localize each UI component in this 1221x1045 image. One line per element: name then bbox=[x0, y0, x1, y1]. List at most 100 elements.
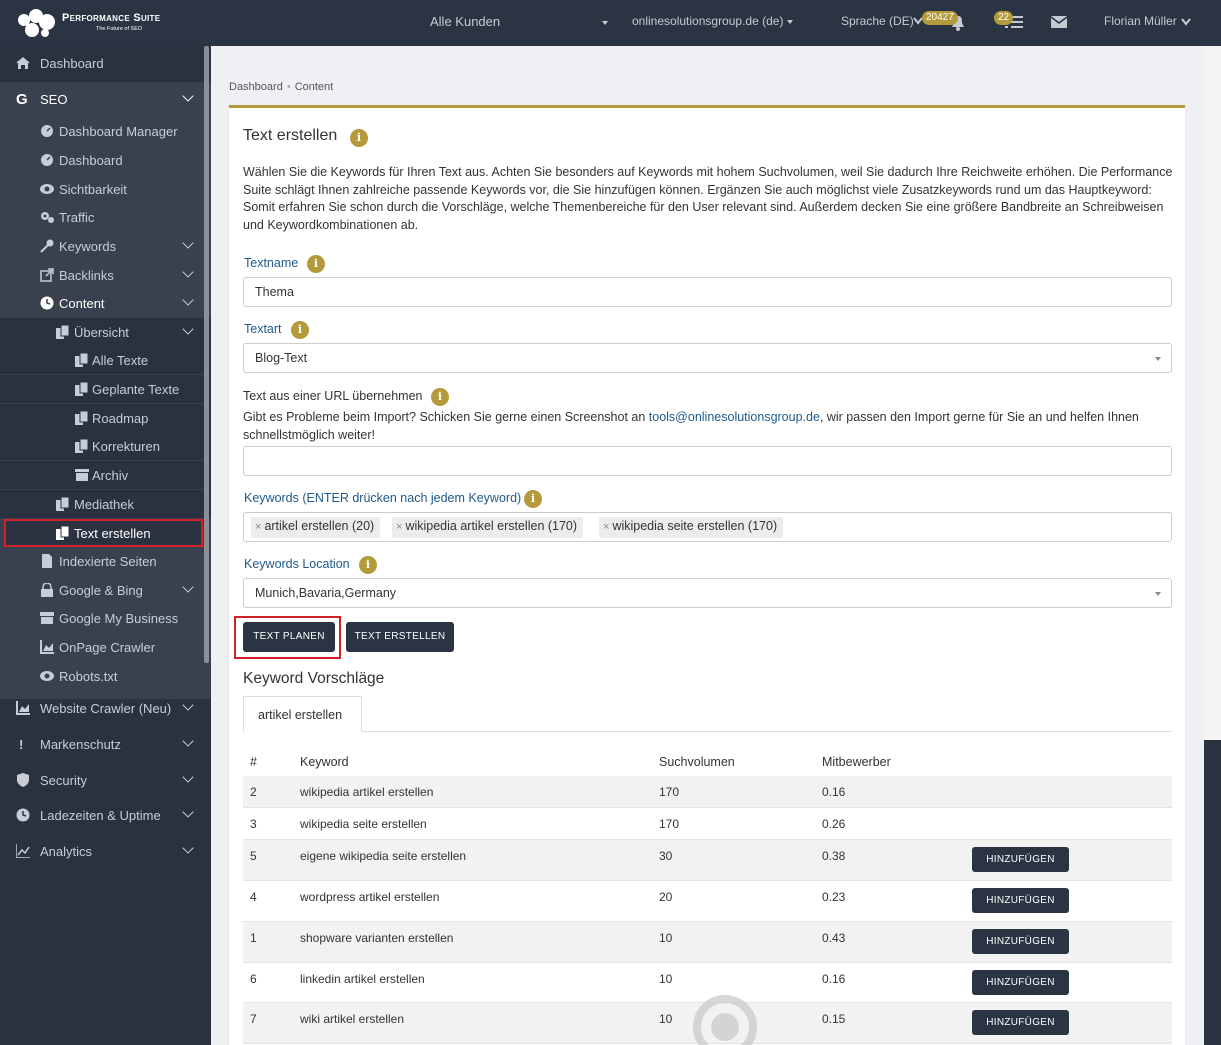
shield-icon bbox=[17, 773, 29, 787]
page-scrollbar-thumb[interactable] bbox=[1204, 740, 1221, 1045]
customer-select[interactable]: Alle Kunden bbox=[430, 14, 500, 29]
sidebar-label: Robots.txt bbox=[59, 668, 118, 684]
cell-competition: 0.26 bbox=[822, 817, 846, 831]
info-icon[interactable]: i bbox=[291, 321, 309, 339]
breadcrumb-current: Content bbox=[294, 81, 334, 93]
textname-input[interactable]: Thema bbox=[243, 277, 1172, 307]
sidebar-label: Security bbox=[40, 772, 87, 788]
cell-keyword: linkedin artikel erstellen bbox=[300, 972, 425, 986]
files-icon bbox=[56, 497, 70, 511]
user-menu[interactable]: Florian Müller bbox=[1104, 14, 1177, 28]
customer-caret-icon bbox=[602, 21, 608, 25]
keywords-input[interactable]: × artikel erstellen (20) × wikipedia artik… bbox=[243, 512, 1172, 542]
url-input[interactable] bbox=[243, 446, 1172, 476]
sidebar-label: Alle Texte bbox=[92, 352, 149, 368]
table-row: 4 wordpress artikel erstellen 20 0.23 HINZUF… bbox=[243, 881, 1172, 922]
sidebar-label: Backlinks bbox=[59, 267, 114, 283]
chevron-down-icon bbox=[182, 266, 194, 278]
info-icon[interactable]: i bbox=[431, 388, 449, 406]
sidebar-item-seo[interactable]: G SEO bbox=[0, 85, 211, 113]
sidebar-item-website-crawler[interactable]: Website Crawler (Neu) bbox=[0, 694, 211, 722]
envelope-icon[interactable] bbox=[1051, 16, 1067, 28]
domain-caret-icon bbox=[787, 19, 794, 24]
cell-competition: 0.38 bbox=[822, 849, 846, 863]
sidebar-item-geplante-texte[interactable]: Geplante Texte bbox=[0, 375, 211, 403]
sidebar-item-uebersicht[interactable]: Übersicht bbox=[0, 318, 211, 346]
sidebar-item-traffic[interactable]: Traffic bbox=[0, 203, 211, 231]
support-email-link[interactable]: tools@onlinesolutionsgroup.de bbox=[649, 410, 820, 424]
chevron-down-icon bbox=[182, 771, 194, 783]
sidebar-item-dashboard[interactable]: Dashboard bbox=[0, 49, 211, 77]
column-header-volume: Suchvolumen bbox=[659, 755, 735, 769]
sidebar-scrollbar[interactable] bbox=[204, 46, 209, 663]
lock-icon bbox=[41, 583, 53, 597]
page-scrollbar[interactable] bbox=[1204, 46, 1221, 1045]
sidebar-item-dashboard-manager[interactable]: Dashboard Manager bbox=[0, 117, 211, 145]
tab-artikel-erstellen[interactable]: artikel erstellen bbox=[243, 696, 362, 732]
customer-select-label: Alle Kunden bbox=[430, 14, 501, 29]
sidebar-item-mediathek[interactable]: Mediathek bbox=[0, 490, 211, 518]
sidebar-item-indexierte-seiten[interactable]: Indexierte Seiten bbox=[0, 547, 211, 575]
domain-select[interactable]: onlinesolutionsgroup.de (de) bbox=[632, 14, 794, 28]
sidebar-item-ladezeiten[interactable]: Ladezeiten & Uptime bbox=[0, 801, 211, 829]
caret-down-icon bbox=[1155, 592, 1161, 596]
sidebar-item-markenschutz[interactable]: ! Markenschutz bbox=[0, 730, 211, 758]
add-keyword-button[interactable]: HINZUFÜGEN bbox=[972, 929, 1069, 954]
sidebar-item-content[interactable]: Content bbox=[0, 289, 211, 317]
sidebar-item-alle-texte[interactable]: Alle Texte bbox=[0, 346, 211, 374]
sidebar-item-robots[interactable]: Robots.txt bbox=[0, 662, 211, 690]
cell-number: 1 bbox=[250, 931, 257, 945]
files-icon bbox=[75, 411, 89, 425]
info-icon[interactable]: i bbox=[524, 490, 542, 508]
textname-value: Thema bbox=[255, 285, 294, 299]
cell-keyword: wiki artikel erstellen bbox=[300, 1012, 405, 1026]
table-row: 5 eigene wikipedia seite erstellen 30 0.38 H… bbox=[243, 840, 1172, 881]
sidebar-item-keywords[interactable]: Keywords bbox=[0, 232, 211, 260]
sidebar-item-sichtbarkeit[interactable]: Sichtbarkeit bbox=[0, 175, 211, 203]
tab-divider bbox=[243, 731, 1172, 732]
file-icon bbox=[42, 554, 52, 568]
textname-label: Textname bbox=[244, 256, 299, 270]
sidebar-item-analytics[interactable]: Analytics bbox=[0, 837, 211, 865]
location-select[interactable]: Munich,Bavaria,Germany bbox=[243, 578, 1172, 608]
info-icon[interactable]: i bbox=[359, 556, 377, 574]
sidebar-label: Dashboard bbox=[59, 152, 123, 168]
sidebar-item-security[interactable]: Security bbox=[0, 766, 211, 794]
textart-value: Blog-Text bbox=[255, 351, 308, 365]
sidebar-item-google-bing[interactable]: Google & Bing bbox=[0, 576, 211, 604]
sidebar-item-google-my-business[interactable]: Google My Business bbox=[0, 604, 211, 632]
text-erstellen-button[interactable]: TEXT ERSTELLEN bbox=[346, 622, 454, 652]
info-icon[interactable]: i bbox=[350, 129, 368, 147]
sidebar-item-seo-dashboard[interactable]: Dashboard bbox=[0, 146, 211, 174]
remove-tag-icon[interactable]: × bbox=[603, 521, 609, 533]
sidebar-label: Archiv bbox=[92, 467, 129, 483]
column-header-competition: Mitbewerber bbox=[822, 755, 891, 769]
remove-tag-icon[interactable]: × bbox=[255, 521, 261, 533]
text-planen-button[interactable]: TEXT PLANEN bbox=[243, 622, 335, 652]
sidebar-label: Traffic bbox=[59, 209, 95, 225]
sidebar-item-text-erstellen[interactable]: Text erstellen bbox=[4, 519, 203, 547]
cell-volume: 20 bbox=[659, 890, 673, 904]
cogs-icon bbox=[41, 212, 54, 223]
area-chart-icon bbox=[40, 640, 54, 654]
sidebar-item-korrekturen[interactable]: Korrekturen bbox=[0, 432, 211, 460]
sidebar-item-archiv[interactable]: Archiv bbox=[0, 461, 211, 489]
main-content: Dashboard • Content Text erstellen i Wähle… bbox=[211, 46, 1204, 1045]
sidebar-label: Analytics bbox=[40, 843, 93, 859]
textart-select[interactable]: Blog-Text bbox=[243, 343, 1172, 373]
info-icon[interactable]: i bbox=[307, 255, 325, 273]
location-value: Munich,Bavaria,Germany bbox=[255, 586, 397, 600]
add-keyword-button[interactable]: HINZUFÜGEN bbox=[972, 970, 1069, 995]
add-keyword-button[interactable]: HINZUFÜGEN bbox=[972, 1010, 1069, 1035]
sidebar-label: Roadmap bbox=[92, 410, 149, 426]
add-keyword-button[interactable]: HINZUFÜGEN bbox=[972, 888, 1069, 913]
remove-tag-icon[interactable]: × bbox=[396, 521, 402, 533]
sidebar-item-backlinks[interactable]: Backlinks bbox=[0, 261, 211, 289]
sidebar-item-onpage-crawler[interactable]: OnPage Crawler bbox=[0, 633, 211, 661]
chevron-down-icon bbox=[182, 806, 194, 818]
add-keyword-button[interactable]: HINZUFÜGEN bbox=[972, 847, 1069, 872]
language-select[interactable]: Sprache (DE) bbox=[841, 14, 914, 28]
breadcrumb-root[interactable]: Dashboard bbox=[229, 81, 283, 93]
cell-volume: 30 bbox=[659, 849, 673, 863]
sidebar-item-roadmap[interactable]: Roadmap bbox=[0, 404, 211, 432]
